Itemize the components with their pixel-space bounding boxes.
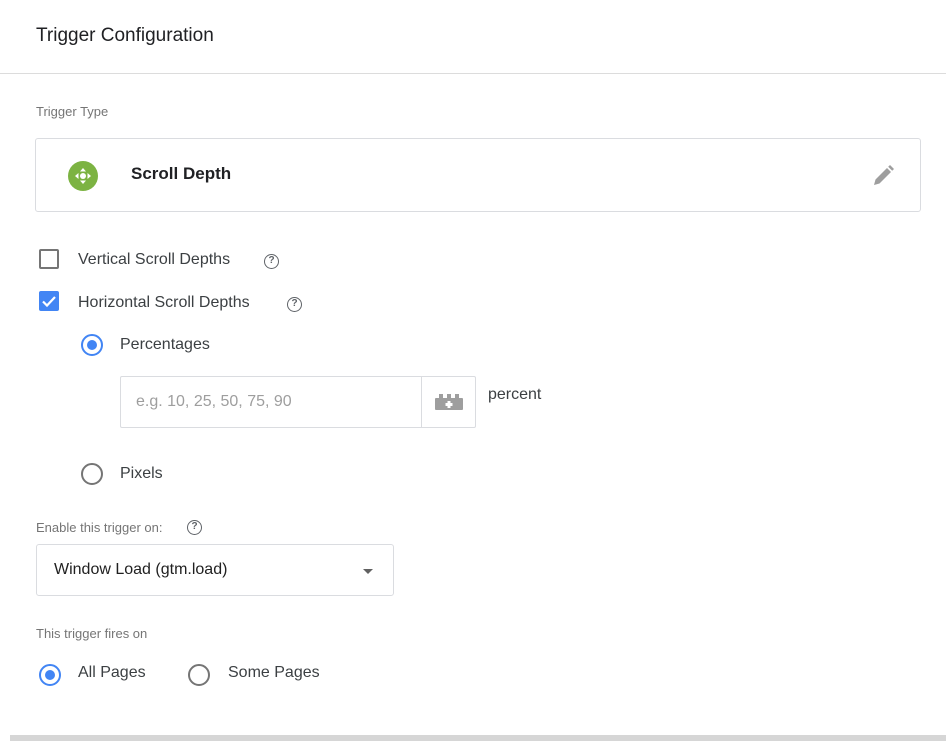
panel-header: Trigger Configuration (0, 0, 946, 74)
pixels-label: Pixels (120, 465, 163, 482)
chevron-down-icon (363, 569, 373, 574)
trigger-type-label: Trigger Type (36, 104, 109, 119)
panel-title: Trigger Configuration (36, 25, 214, 46)
pixels-radio[interactable] (81, 463, 103, 485)
enable-trigger-select[interactable]: Window Load (gtm.load) (36, 544, 394, 596)
vertical-scroll-label: Vertical Scroll Depths (78, 251, 231, 268)
horizontal-scroll-label: Horizontal Scroll Depths (78, 294, 250, 311)
enable-trigger-label: Enable this trigger on: (36, 520, 163, 535)
panel-bottom-divider (10, 735, 946, 741)
enable-trigger-select-value: Window Load (gtm.load) (54, 561, 228, 578)
all-pages-label: All Pages (78, 664, 146, 681)
vertical-scroll-checkbox[interactable] (39, 249, 59, 269)
enable-trigger-help-icon[interactable]: ? (187, 520, 202, 535)
some-pages-label: Some Pages (228, 664, 320, 681)
scroll-depth-icon (68, 161, 98, 191)
trigger-type-card[interactable]: Scroll Depth (35, 138, 921, 212)
all-pages-radio[interactable] (39, 664, 61, 686)
percent-suffix: percent (488, 386, 542, 403)
checkmark-icon (42, 296, 56, 308)
variable-picker-icon (435, 394, 463, 410)
vertical-scroll-help-icon[interactable]: ? (264, 254, 279, 269)
variable-picker-button[interactable] (421, 377, 475, 427)
percentages-label: Percentages (120, 336, 210, 353)
horizontal-scroll-help-icon[interactable]: ? (287, 297, 302, 312)
percentages-radio[interactable] (81, 334, 103, 356)
fires-on-label: This trigger fires on (36, 626, 148, 641)
horizontal-scroll-checkbox[interactable] (39, 291, 59, 311)
some-pages-radio[interactable] (188, 664, 210, 686)
trigger-type-name: Scroll Depth (131, 164, 232, 183)
pencil-icon[interactable] (870, 163, 896, 189)
percentages-field (120, 376, 476, 428)
percentages-input[interactable] (121, 377, 421, 427)
